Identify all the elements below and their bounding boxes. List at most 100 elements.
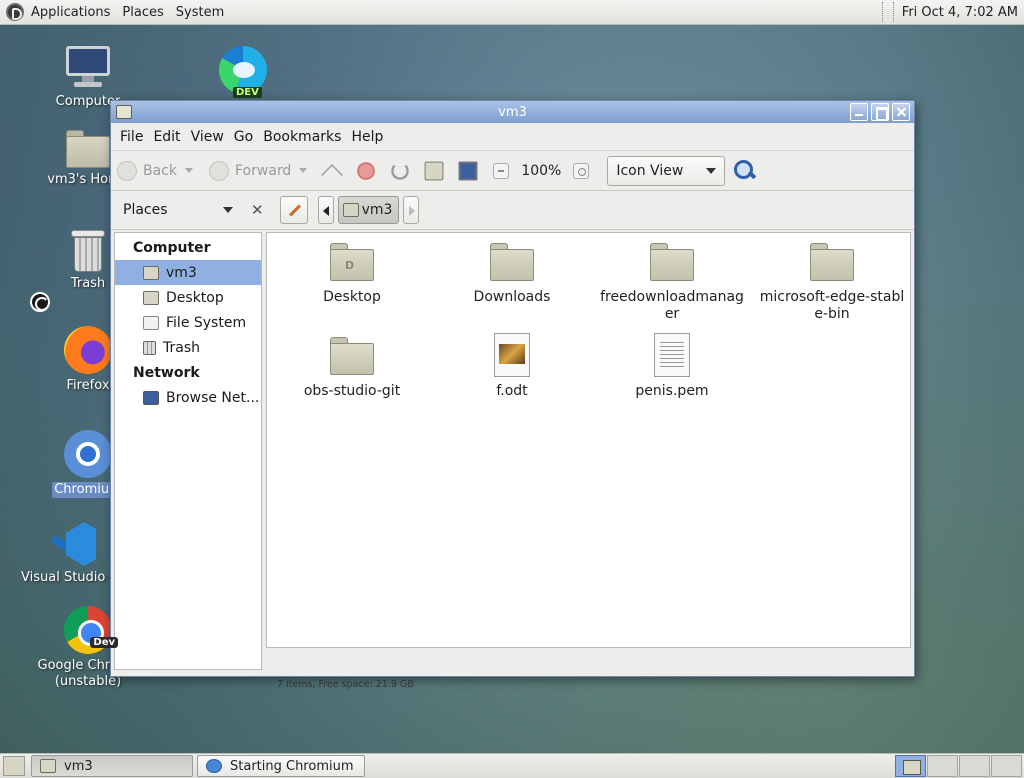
home-icon[interactable] <box>424 161 444 180</box>
panel-separator <box>881 2 894 22</box>
folder-icon <box>810 243 854 281</box>
menu-view[interactable]: View <box>186 129 229 145</box>
trash-icon <box>71 230 105 272</box>
vscode-icon <box>52 522 96 566</box>
drive-icon <box>143 315 159 330</box>
workspace-3[interactable] <box>959 755 990 777</box>
sidebar-item-label: vm3 <box>166 264 197 281</box>
side-pane-selector[interactable]: Places <box>111 202 251 218</box>
file-item-f-odt[interactable]: f.odt <box>432 327 592 400</box>
view-mode-select[interactable]: Icon View <box>607 155 726 186</box>
status-bar: 7 items, Free space: 21.9 GB <box>111 671 914 697</box>
back-button[interactable]: Back <box>117 160 193 181</box>
file-item-desktop[interactable]: D Desktop <box>272 233 432 306</box>
sidebar-item-label: Trash <box>163 339 200 356</box>
text-file-icon <box>654 333 690 377</box>
trash-icon <box>143 340 156 355</box>
stop-icon[interactable] <box>357 161 376 180</box>
file-name: f.odt <box>496 383 528 399</box>
system-menu-label: System <box>175 4 225 20</box>
applications-logo-icon <box>6 3 24 21</box>
sidebar-item-desktop[interactable]: Desktop <box>115 285 261 310</box>
workspace-4[interactable] <box>991 755 1022 777</box>
close-button[interactable] <box>892 103 910 121</box>
sidebar-header-computer: Computer <box>133 240 211 256</box>
sidebar-item-browse-network[interactable]: Browse Net... <box>115 385 261 410</box>
folder-icon <box>650 243 694 281</box>
forward-history-dropdown-icon[interactable] <box>299 168 308 173</box>
places-sidebar: Computer vm3 Desktop File System Trash N… <box>114 232 262 670</box>
sidebar-item-vm3[interactable]: vm3 <box>115 260 261 285</box>
applications-menu-label: Applications <box>31 4 111 20</box>
menu-go[interactable]: Go <box>229 129 258 145</box>
forward-button[interactable]: Forward <box>209 160 308 181</box>
back-history-dropdown-icon[interactable] <box>185 168 193 173</box>
document-icon <box>494 333 530 377</box>
file-name: freedownloadmanager <box>600 289 744 322</box>
window-titlebar[interactable]: vm3 <box>111 101 914 123</box>
file-icon-view[interactable]: D Desktop Downloads freedownloadmanager … <box>266 232 911 648</box>
file-item-downloads[interactable]: Downloads <box>432 233 592 306</box>
home-folder-icon <box>342 203 359 217</box>
applications-menu[interactable]: Applications <box>0 0 116 25</box>
edit-location-button[interactable] <box>279 196 308 224</box>
file-name: Downloads <box>473 289 551 305</box>
zoom-out-icon[interactable] <box>493 162 510 179</box>
workspace-switcher <box>894 755 1022 777</box>
firefox-icon <box>64 326 112 374</box>
file-name: Desktop <box>323 289 381 305</box>
sidebar-item-file-system[interactable]: File System <box>115 310 261 335</box>
show-desktop-icon[interactable] <box>3 756 25 776</box>
file-item-freedownloadmanager[interactable]: freedownloadmanager <box>592 233 752 323</box>
forward-arrow-icon <box>209 160 229 181</box>
side-pane-label: Places <box>123 202 168 218</box>
minimize-button[interactable] <box>850 103 868 121</box>
sidebar-item-label: Desktop <box>166 289 224 306</box>
chrome-dev-icon: Dev <box>64 606 118 654</box>
file-item-obs-studio-git[interactable]: obs-studio-git <box>272 327 432 400</box>
bottom-panel: vm3 Starting Chromium <box>0 753 1024 778</box>
breadcrumb-label: vm3 <box>361 202 393 218</box>
clock[interactable]: Fri Oct 4, 7:02 AM <box>902 5 1024 20</box>
taskbar-item-starting-chromium[interactable]: Starting Chromium <box>197 755 365 777</box>
places-menu[interactable]: Places <box>116 0 169 25</box>
edge-dev-icon: DEV <box>219 46 267 98</box>
menubar: File Edit View Go Bookmarks Help <box>111 123 914 150</box>
desktop-icon-edge-dev[interactable]: DEV <box>188 46 298 98</box>
view-mode-value: Icon View <box>616 162 684 179</box>
chrome-dev-badge: Dev <box>90 637 118 648</box>
file-item-pem[interactable]: penis.pem <box>592 327 752 400</box>
zoom-level: 100% <box>521 162 562 179</box>
forward-label: Forward <box>235 162 292 179</box>
breadcrumb-scroll-right-button[interactable] <box>403 196 420 224</box>
taskbar-item-vm3[interactable]: vm3 <box>31 755 193 777</box>
places-menu-label: Places <box>122 4 164 20</box>
sidebar-item-label: Browse Net... <box>166 389 260 406</box>
computer-icon[interactable] <box>458 161 478 180</box>
desktop-folder-icon <box>143 290 159 305</box>
menu-bookmarks[interactable]: Bookmarks <box>258 129 346 145</box>
file-item-microsoft-edge-stable-bin[interactable]: microsoft-edge-stable-bin <box>752 233 912 323</box>
close-side-pane-icon[interactable]: ✕ <box>251 201 264 219</box>
sidebar-item-label: File System <box>166 314 247 331</box>
sidebar-item-trash[interactable]: Trash <box>115 335 261 360</box>
folder-icon <box>490 243 534 281</box>
breadcrumb-scroll-left-button[interactable] <box>317 196 334 224</box>
taskbar-item-label: vm3 <box>64 758 93 774</box>
up-icon[interactable] <box>321 163 344 186</box>
folder-icon <box>40 759 56 773</box>
system-menu[interactable]: System <box>170 0 230 25</box>
zoom-in-icon[interactable] <box>573 162 590 179</box>
maximize-button[interactable] <box>871 103 889 121</box>
menu-help[interactable]: Help <box>346 129 388 145</box>
workspace-1[interactable] <box>895 755 926 777</box>
edge-dev-badge: DEV <box>233 87 262 98</box>
breadcrumb-vm3[interactable]: vm3 <box>337 196 400 224</box>
home-folder-icon <box>143 265 159 280</box>
reload-icon[interactable] <box>391 161 410 180</box>
search-icon[interactable] <box>733 159 757 183</box>
workspace-2[interactable] <box>927 755 958 777</box>
menu-edit[interactable]: Edit <box>148 129 185 145</box>
file-name: microsoft-edge-stable-bin <box>759 289 905 322</box>
menu-file[interactable]: File <box>115 129 148 145</box>
